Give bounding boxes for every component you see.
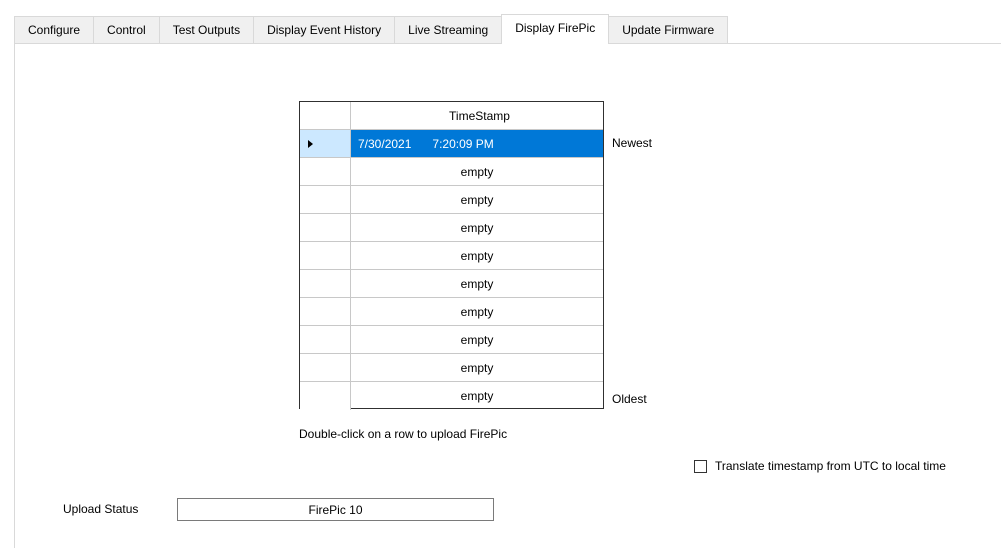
- grid-corner-cell[interactable]: [300, 102, 351, 129]
- translate-utc-checkbox-label[interactable]: Translate timestamp from UTC to local ti…: [715, 459, 946, 473]
- table-row[interactable]: empty: [300, 354, 603, 382]
- table-row[interactable]: empty: [300, 158, 603, 186]
- tab-configure[interactable]: Configure: [14, 16, 94, 44]
- row-header[interactable]: [300, 242, 351, 269]
- timestamp-column-header[interactable]: TimeStamp: [351, 102, 603, 129]
- tab-test-outputs[interactable]: Test Outputs: [158, 16, 254, 44]
- upload-hint-text: Double-click on a row to upload FirePic: [299, 427, 508, 441]
- tab-strip: Configure Control Test Outputs Display E…: [14, 14, 729, 44]
- tab-display-event-history[interactable]: Display Event History: [253, 16, 395, 44]
- newest-label: Newest: [612, 136, 653, 150]
- timestamp-cell[interactable]: 7/30/2021 7:20:09 PM: [351, 130, 603, 157]
- row-header[interactable]: [300, 186, 351, 213]
- upload-status-label: Upload Status: [63, 502, 139, 516]
- firepic-window: Configure Control Test Outputs Display E…: [0, 0, 1001, 548]
- grid-header-row: TimeStamp: [300, 102, 603, 130]
- upload-status-field: FirePic 10: [177, 498, 494, 521]
- row-header[interactable]: [300, 382, 351, 410]
- table-row[interactable]: 7/30/2021 7:20:09 PM: [300, 130, 603, 158]
- timestamp-cell[interactable]: empty: [351, 214, 603, 241]
- timestamp-time: 7:20:09 PM: [432, 136, 494, 151]
- timestamp-cell[interactable]: empty: [351, 298, 603, 325]
- table-row[interactable]: empty: [300, 214, 603, 242]
- timestamp-cell[interactable]: empty: [351, 354, 603, 381]
- oldest-label: Oldest: [612, 392, 647, 406]
- table-row[interactable]: empty: [300, 298, 603, 326]
- tab-display-firepic[interactable]: Display FirePic: [501, 14, 610, 44]
- row-header[interactable]: [300, 130, 351, 157]
- row-header[interactable]: [300, 270, 351, 297]
- tab-live-streaming[interactable]: Live Streaming: [394, 16, 502, 44]
- timestamp-cell[interactable]: empty: [351, 242, 603, 269]
- row-header[interactable]: [300, 214, 351, 241]
- row-header[interactable]: [300, 158, 351, 185]
- timestamp-cell[interactable]: empty: [351, 326, 603, 353]
- timestamp-grid[interactable]: TimeStamp 7/30/2021 7:20:09 PM empty emp…: [299, 101, 604, 410]
- table-row[interactable]: empty: [300, 270, 603, 298]
- translate-utc-checkbox-group[interactable]: Translate timestamp from UTC to local ti…: [694, 459, 946, 473]
- row-header[interactable]: [300, 298, 351, 325]
- tab-update-firmware[interactable]: Update Firmware: [609, 16, 729, 44]
- timestamp-cell[interactable]: empty: [351, 186, 603, 213]
- row-header[interactable]: [300, 326, 351, 353]
- table-row[interactable]: empty: [300, 382, 603, 410]
- tab-control[interactable]: Control: [93, 16, 159, 44]
- row-header[interactable]: [300, 354, 351, 381]
- timestamp-date: 7/30/2021: [358, 136, 412, 151]
- translate-utc-checkbox[interactable]: [694, 459, 707, 473]
- current-row-arrow-icon: [308, 139, 313, 148]
- table-row[interactable]: empty: [300, 326, 603, 354]
- timestamp-cell[interactable]: empty: [351, 270, 603, 297]
- table-row[interactable]: empty: [300, 186, 603, 214]
- timestamp-cell[interactable]: empty: [351, 382, 603, 410]
- table-row[interactable]: empty: [300, 242, 603, 270]
- timestamp-cell[interactable]: empty: [351, 158, 603, 185]
